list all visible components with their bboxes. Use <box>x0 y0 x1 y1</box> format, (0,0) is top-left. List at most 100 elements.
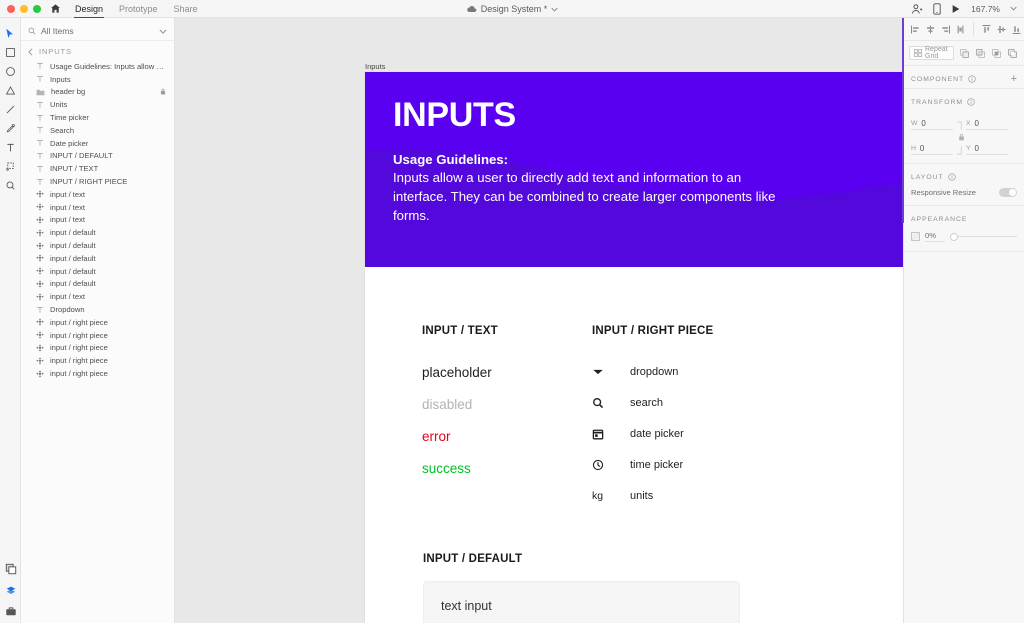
layers-search-field[interactable]: All Items <box>21 22 174 41</box>
info-icon[interactable] <box>948 173 956 181</box>
layer-row[interactable]: input / text <box>21 201 174 214</box>
layer-row[interactable]: INPUT / TEXT <box>21 162 174 175</box>
layer-row[interactable]: Units <box>21 98 174 111</box>
zoom-chevron-down-icon[interactable] <box>1010 6 1017 11</box>
sample-placeholder[interactable]: placeholder <box>422 356 592 388</box>
close-window-button[interactable] <box>7 4 15 13</box>
layer-row[interactable]: Search <box>21 124 174 137</box>
align-middle-icon[interactable] <box>995 22 1008 36</box>
text-input-field[interactable]: text input <box>423 581 740 623</box>
layers-group-header[interactable]: INPUTS <box>21 41 174 60</box>
layer-row[interactable]: Inputs <box>21 73 174 86</box>
line-tool[interactable] <box>0 100 21 119</box>
layer-row[interactable]: INPUT / DEFAULT <box>21 150 174 163</box>
chevron-down-icon[interactable] <box>159 29 167 34</box>
layer-row[interactable]: Usage Guidelines: Inputs allow a user… <box>21 60 174 73</box>
chevron-down-icon[interactable] <box>551 7 558 12</box>
layers-icon[interactable] <box>5 563 17 575</box>
opacity-slider[interactable] <box>950 232 1017 241</box>
layer-row[interactable]: INPUT / RIGHT PIECE <box>21 175 174 188</box>
unit-text-value: kg <box>592 489 604 502</box>
coedit-invite-icon[interactable] <box>911 3 923 15</box>
assets-diamond-icon[interactable] <box>5 584 17 596</box>
boolean-intersect-icon[interactable] <box>990 46 1003 60</box>
plugins-icon[interactable] <box>5 605 17 617</box>
pen-tool[interactable] <box>0 119 21 138</box>
right-piece-row-units[interactable]: kg units <box>592 480 852 511</box>
opacity-value[interactable]: 0% <box>925 231 945 242</box>
ellipse-tool[interactable] <box>0 62 21 81</box>
align-vertical-icon[interactable] <box>954 22 967 36</box>
chevron-left-icon[interactable] <box>28 47 33 56</box>
align-bottom-icon[interactable] <box>1010 22 1023 36</box>
y-field[interactable]: Y 0 <box>966 144 1008 155</box>
minimize-window-button[interactable] <box>20 4 28 13</box>
rectangle-tool[interactable] <box>0 43 21 62</box>
layer-row[interactable]: input / right piece <box>21 354 174 367</box>
align-left-icon[interactable] <box>909 22 922 36</box>
boolean-subtract-icon[interactable] <box>974 46 987 60</box>
right-piece-row-search[interactable]: search <box>592 387 852 418</box>
artboard-name-label[interactable]: Inputs <box>365 62 385 71</box>
artboard-inputs[interactable]: INPUTS Usage Guidelines: Inputs allow a … <box>365 72 903 623</box>
tab-share[interactable]: Share <box>173 0 199 18</box>
layer-row[interactable]: input / default <box>21 265 174 278</box>
mobile-preview-icon[interactable] <box>933 2 941 15</box>
triangle-tool[interactable] <box>0 81 21 100</box>
align-center-horizontal-icon[interactable] <box>924 22 937 36</box>
info-icon[interactable] <box>968 75 976 83</box>
boolean-add-icon[interactable] <box>958 46 971 60</box>
sample-success[interactable]: success <box>422 452 592 484</box>
layer-row[interactable]: input / text <box>21 214 174 227</box>
layer-row[interactable]: input / text <box>21 188 174 201</box>
magnifier-icon[interactable] <box>0 176 21 195</box>
layer-row[interactable]: Date picker <box>21 137 174 150</box>
height-field[interactable]: H 0 <box>911 144 953 155</box>
tab-prototype[interactable]: Prototype <box>118 0 159 18</box>
layer-label: input / text <box>50 202 86 212</box>
sample-error[interactable]: error <box>422 420 592 452</box>
artboard-tool[interactable] <box>0 157 21 176</box>
layer-row[interactable]: input / default <box>21 278 174 291</box>
design-canvas[interactable]: Inputs INPUTS Usage Guidelines: Inputs a… <box>175 18 903 623</box>
right-piece-row-dropdown[interactable]: dropdown <box>592 356 852 387</box>
x-field[interactable]: X 0 <box>966 119 1008 130</box>
zoom-level-label[interactable]: 167.7% <box>971 4 1000 14</box>
maximize-window-button[interactable] <box>33 4 41 13</box>
layer-row[interactable]: input / default <box>21 252 174 265</box>
width-value: 0 <box>921 119 926 128</box>
layer-row[interactable]: input / right piece <box>21 342 174 355</box>
xd-application-window: Design Prototype Share Design System * 1… <box>0 0 1024 623</box>
layer-label: Date picker <box>50 138 89 148</box>
layer-row[interactable]: input / right piece <box>21 367 174 380</box>
layer-row[interactable]: Dropdown <box>21 303 174 316</box>
select-tool[interactable] <box>0 24 21 43</box>
transform-section: TRANSFORM W 0 X 0 H 0 Y 0 <box>904 89 1024 164</box>
text-tool[interactable] <box>0 138 21 157</box>
repeat-grid-button[interactable]: Repeat Grid <box>909 46 954 60</box>
add-component-button[interactable]: + <box>1011 73 1017 85</box>
layer-row[interactable]: input / default <box>21 239 174 252</box>
lock-aspect-icon[interactable] <box>958 133 965 141</box>
layer-row[interactable]: header bg <box>21 86 174 99</box>
responsive-resize-toggle[interactable] <box>999 187 1017 197</box>
right-piece-row-date-picker[interactable]: date picker <box>592 418 852 449</box>
right-piece-row-time-picker[interactable]: time picker <box>592 449 852 480</box>
sample-disabled: disabled <box>422 396 473 412</box>
layer-row[interactable]: input / text <box>21 290 174 303</box>
layer-row[interactable]: input / right piece <box>21 329 174 342</box>
tab-design[interactable]: Design <box>74 0 105 18</box>
opacity-slider-knob[interactable] <box>950 232 958 241</box>
lock-icon[interactable] <box>160 88 166 95</box>
layer-row[interactable]: input / default <box>21 226 174 239</box>
home-icon[interactable] <box>50 3 61 14</box>
width-field[interactable]: W 0 <box>911 119 953 130</box>
align-right-icon[interactable] <box>939 22 952 36</box>
align-top-icon[interactable] <box>980 22 993 36</box>
info-icon[interactable] <box>967 98 975 106</box>
layer-row[interactable]: Time picker <box>21 111 174 124</box>
window-controls <box>0 4 41 13</box>
boolean-exclude-icon[interactable] <box>1006 46 1019 60</box>
layer-row[interactable]: input / right piece <box>21 316 174 329</box>
play-icon[interactable] <box>951 4 961 14</box>
